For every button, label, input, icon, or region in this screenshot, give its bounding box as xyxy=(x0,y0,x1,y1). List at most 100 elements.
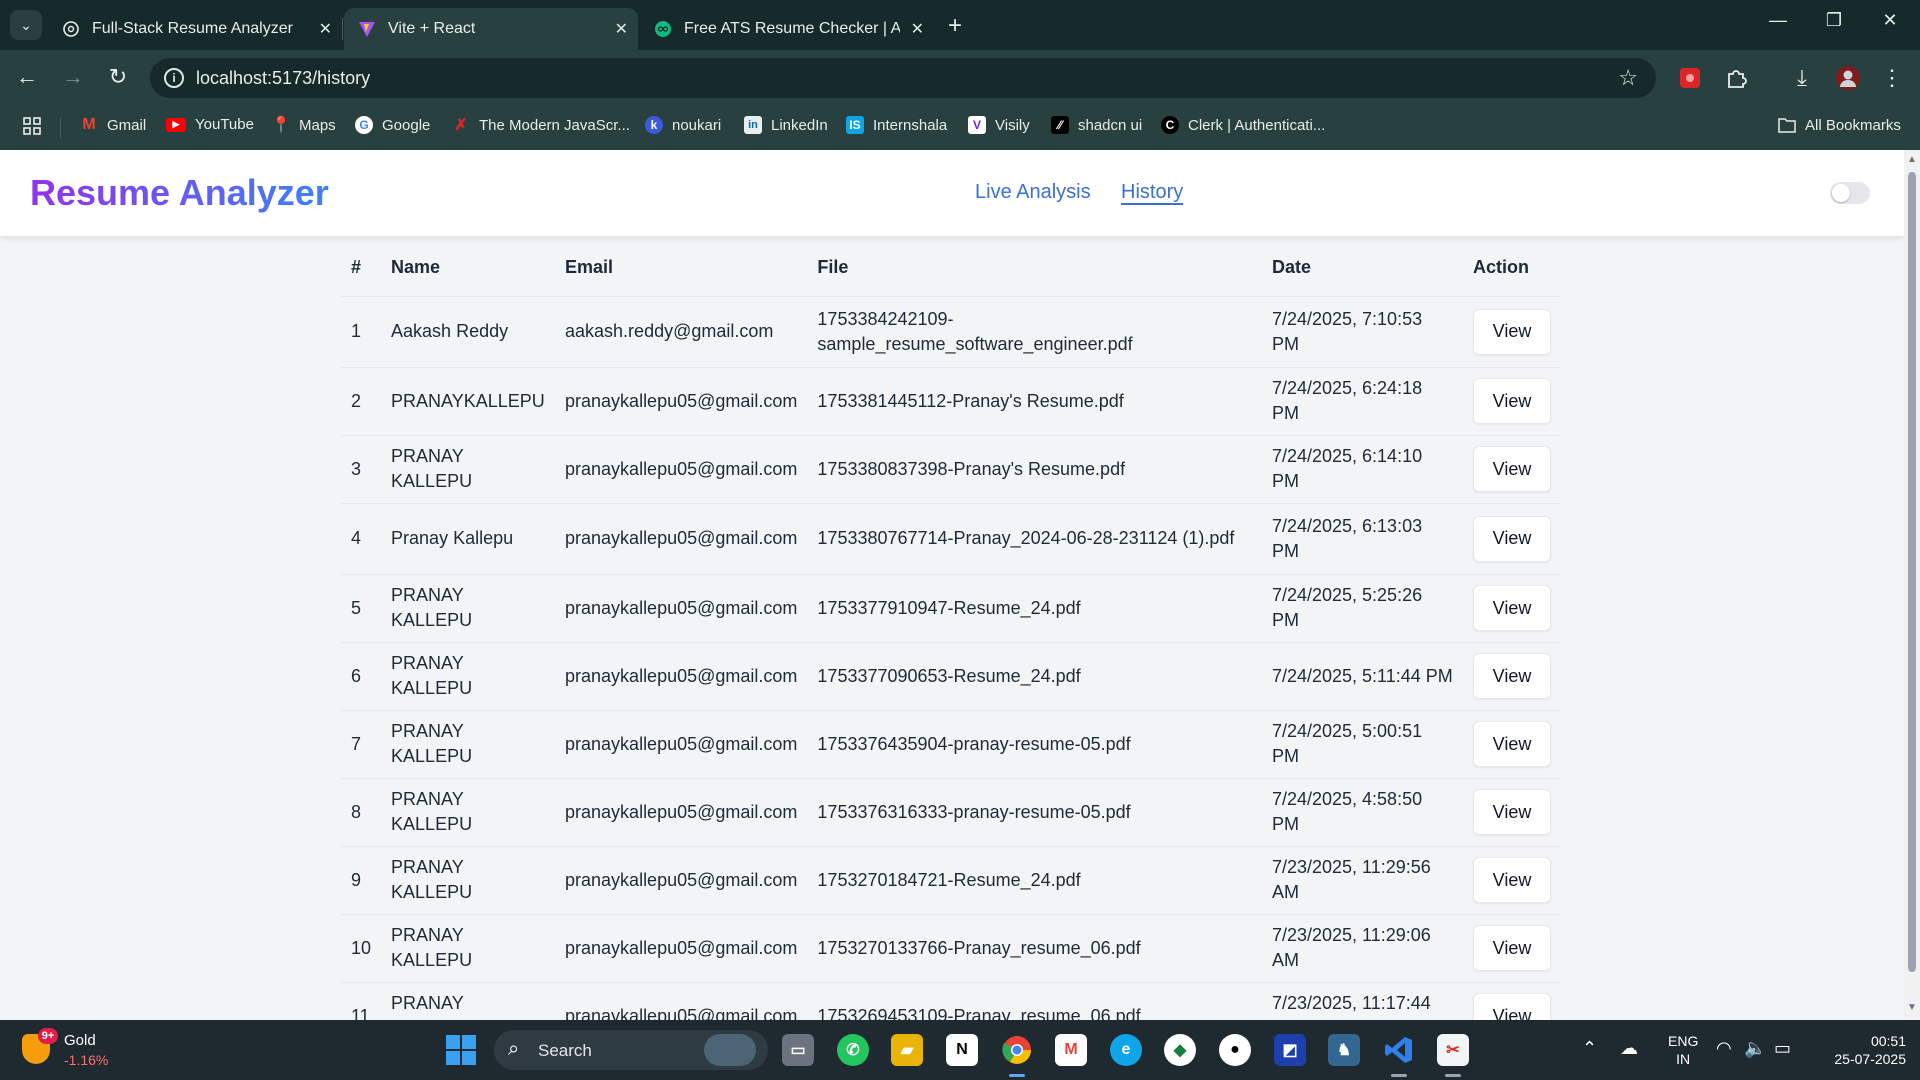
site-info-icon[interactable]: i xyxy=(164,68,184,88)
google-icon: G xyxy=(355,116,373,134)
view-button[interactable]: View xyxy=(1473,925,1551,971)
clock-date: 25-07-2025 xyxy=(1834,1051,1906,1067)
cell-action: View xyxy=(1463,367,1561,436)
edge-icon[interactable]: e xyxy=(1110,1034,1142,1066)
address-bar[interactable]: i localhost:5173/history ☆ xyxy=(150,58,1656,98)
more-options-icon[interactable]: ⋮ xyxy=(1878,64,1906,92)
scroll-thumb[interactable] xyxy=(1908,172,1916,972)
view-button[interactable]: View xyxy=(1473,308,1551,355)
view-button[interactable]: View xyxy=(1473,653,1551,699)
task-view-icon[interactable]: ▭ xyxy=(782,1034,814,1066)
bookmark-star-icon[interactable]: ☆ xyxy=(1618,65,1638,91)
view-button[interactable]: View xyxy=(1473,993,1551,1020)
bookmark-noukari[interactable]: k noukari xyxy=(645,116,721,134)
tab-full-stack-resume-analyzer[interactable]: Full-Stack Resume Analyzer ✕ xyxy=(48,8,342,50)
bookmark-google[interactable]: G Google xyxy=(355,116,430,134)
bookmark-internshala[interactable]: IS Internshala xyxy=(846,116,947,134)
view-button[interactable]: View xyxy=(1473,378,1551,424)
snipping-tool-icon[interactable]: ✂ xyxy=(1437,1034,1469,1066)
minimize-icon: — xyxy=(1769,10,1787,30)
clock-time: 00:51 xyxy=(1870,1033,1906,1049)
taskbar-search[interactable]: ⌕ Search xyxy=(494,1030,768,1070)
chrome-icon[interactable] xyxy=(1001,1034,1033,1066)
minimize-button[interactable]: — xyxy=(1758,10,1798,31)
scroll-up-icon[interactable]: ▲ xyxy=(1907,154,1917,165)
bookmark-maps[interactable]: 📍 Maps xyxy=(271,116,336,135)
new-tab-button[interactable]: + xyxy=(948,12,962,40)
nav-live-analysis[interactable]: Live Analysis xyxy=(975,181,1091,204)
widget-change: -1.16% xyxy=(64,1052,109,1068)
extension-red-icon[interactable] xyxy=(1676,64,1704,92)
bookmark-visily[interactable]: V Visily xyxy=(968,116,1030,134)
close-icon[interactable]: ✕ xyxy=(615,19,628,39)
postgresql-icon[interactable]: ♞ xyxy=(1328,1034,1360,1066)
bookmark-shadcn-ui[interactable]: ⁄⁄ shadcn ui xyxy=(1051,116,1142,134)
view-button[interactable]: View xyxy=(1473,515,1551,562)
bookmark-linkedin[interactable]: in LinkedIn xyxy=(744,116,828,134)
close-icon[interactable]: ✕ xyxy=(319,19,332,39)
arrow-right-icon: → xyxy=(62,64,84,89)
view-button[interactable]: View xyxy=(1473,721,1551,767)
page-viewport: Resume Analyzer Live Analysis History # … xyxy=(0,150,1904,1020)
view-button[interactable]: View xyxy=(1473,585,1551,631)
all-bookmarks-button[interactable]: All Bookmarks xyxy=(1778,116,1901,134)
close-window-button[interactable]: ✕ xyxy=(1870,10,1910,31)
tab-search-button[interactable]: ⌄ xyxy=(10,10,42,40)
volume-icon[interactable]: 🔈 xyxy=(1744,1038,1766,1059)
gmail-app-icon[interactable]: M xyxy=(1055,1034,1087,1066)
toggle-knob xyxy=(1832,184,1850,202)
bookmark-label: LinkedIn xyxy=(771,116,828,134)
tab-free-ats-resume-checker[interactable]: Free ATS Resume Checker | AI R ✕ xyxy=(640,8,934,50)
notion-icon[interactable]: N xyxy=(946,1034,978,1066)
file-explorer-icon[interactable]: ▰ xyxy=(891,1034,923,1066)
linkedin-icon: in xyxy=(744,116,762,134)
nav-history[interactable]: History xyxy=(1121,181,1183,204)
bookmark-gmail[interactable]: M Gmail xyxy=(80,116,146,134)
onedrive-cloud-icon[interactable]: ☁ xyxy=(1620,1038,1638,1059)
visily-icon: V xyxy=(968,116,986,134)
start-button[interactable] xyxy=(446,1035,476,1065)
wifi-icon[interactable]: ◠ xyxy=(1716,1038,1732,1059)
vscode-icon[interactable] xyxy=(1383,1034,1415,1066)
extensions-puzzle-icon[interactable] xyxy=(1722,64,1750,92)
view-button[interactable]: View xyxy=(1473,857,1551,903)
chevron-down-icon: ⌄ xyxy=(20,16,32,33)
back-button[interactable]: ← xyxy=(12,64,42,90)
table-row: 9 PRANAY KALLEPU pranaykallepu05@gmail.com… xyxy=(341,846,1561,915)
bookmark-clerk[interactable]: C Clerk | Authenticati... xyxy=(1161,116,1325,134)
cell-number: 2 xyxy=(341,367,382,436)
theme-toggle[interactable] xyxy=(1830,182,1870,204)
whatsapp-icon[interactable]: ✆ xyxy=(837,1034,869,1066)
cell-file: 1753381445112-Pranay's Resume.pdf xyxy=(807,367,1262,436)
bookmark-youtube[interactable]: ▶ YouTube xyxy=(166,116,254,133)
url-text[interactable]: localhost:5173/history xyxy=(196,68,370,89)
page-scrollbar[interactable]: ▲ ▼ xyxy=(1904,150,1920,1020)
battery-icon[interactable]: ▭ xyxy=(1774,1038,1791,1059)
apps-grid-icon[interactable] xyxy=(22,116,42,136)
view-button[interactable]: View xyxy=(1473,789,1551,835)
show-hidden-icons-chevron-up-icon[interactable]: ⌃ xyxy=(1582,1038,1597,1059)
input-language[interactable]: ENG IN xyxy=(1668,1032,1698,1068)
system-clock[interactable]: 00:51 25-07-2025 xyxy=(1816,1032,1906,1068)
bookmark-modern-javascript[interactable]: ✗ The Modern JavaScr... xyxy=(452,116,630,135)
cell-number: 9 xyxy=(341,846,382,915)
browser-toolbar: ← → ↻ i localhost:5173/history ☆ ⤓ ⋮ xyxy=(0,50,1920,106)
view-button[interactable]: View xyxy=(1473,446,1551,492)
mongodb-compass-icon[interactable]: ◆ xyxy=(1164,1034,1196,1066)
bookmark-label: Google xyxy=(382,116,431,134)
mysql-workbench-icon[interactable]: ◩ xyxy=(1274,1034,1306,1066)
github-icon[interactable]: ● xyxy=(1219,1034,1251,1066)
reload-button[interactable]: ↻ xyxy=(103,64,133,90)
cell-file: 1753377090653-Resume_24.pdf xyxy=(807,642,1262,711)
history-table: # Name Email File Date Action 1 Aakash Re… xyxy=(341,240,1561,1020)
close-icon[interactable]: ✕ xyxy=(911,19,924,39)
brand-logo[interactable]: Resume Analyzer xyxy=(30,172,329,214)
tab-vite-react[interactable]: Vite + React ✕ xyxy=(344,8,638,50)
download-icon[interactable]: ⤓ xyxy=(1788,64,1816,92)
widget-title: Gold xyxy=(64,1032,96,1049)
restore-button[interactable]: ❐ xyxy=(1814,10,1854,31)
forward-button[interactable]: → xyxy=(58,64,88,90)
scroll-down-icon[interactable]: ▼ xyxy=(1907,1002,1917,1013)
bookmarks-divider xyxy=(60,118,61,138)
profile-avatar[interactable] xyxy=(1834,64,1862,92)
